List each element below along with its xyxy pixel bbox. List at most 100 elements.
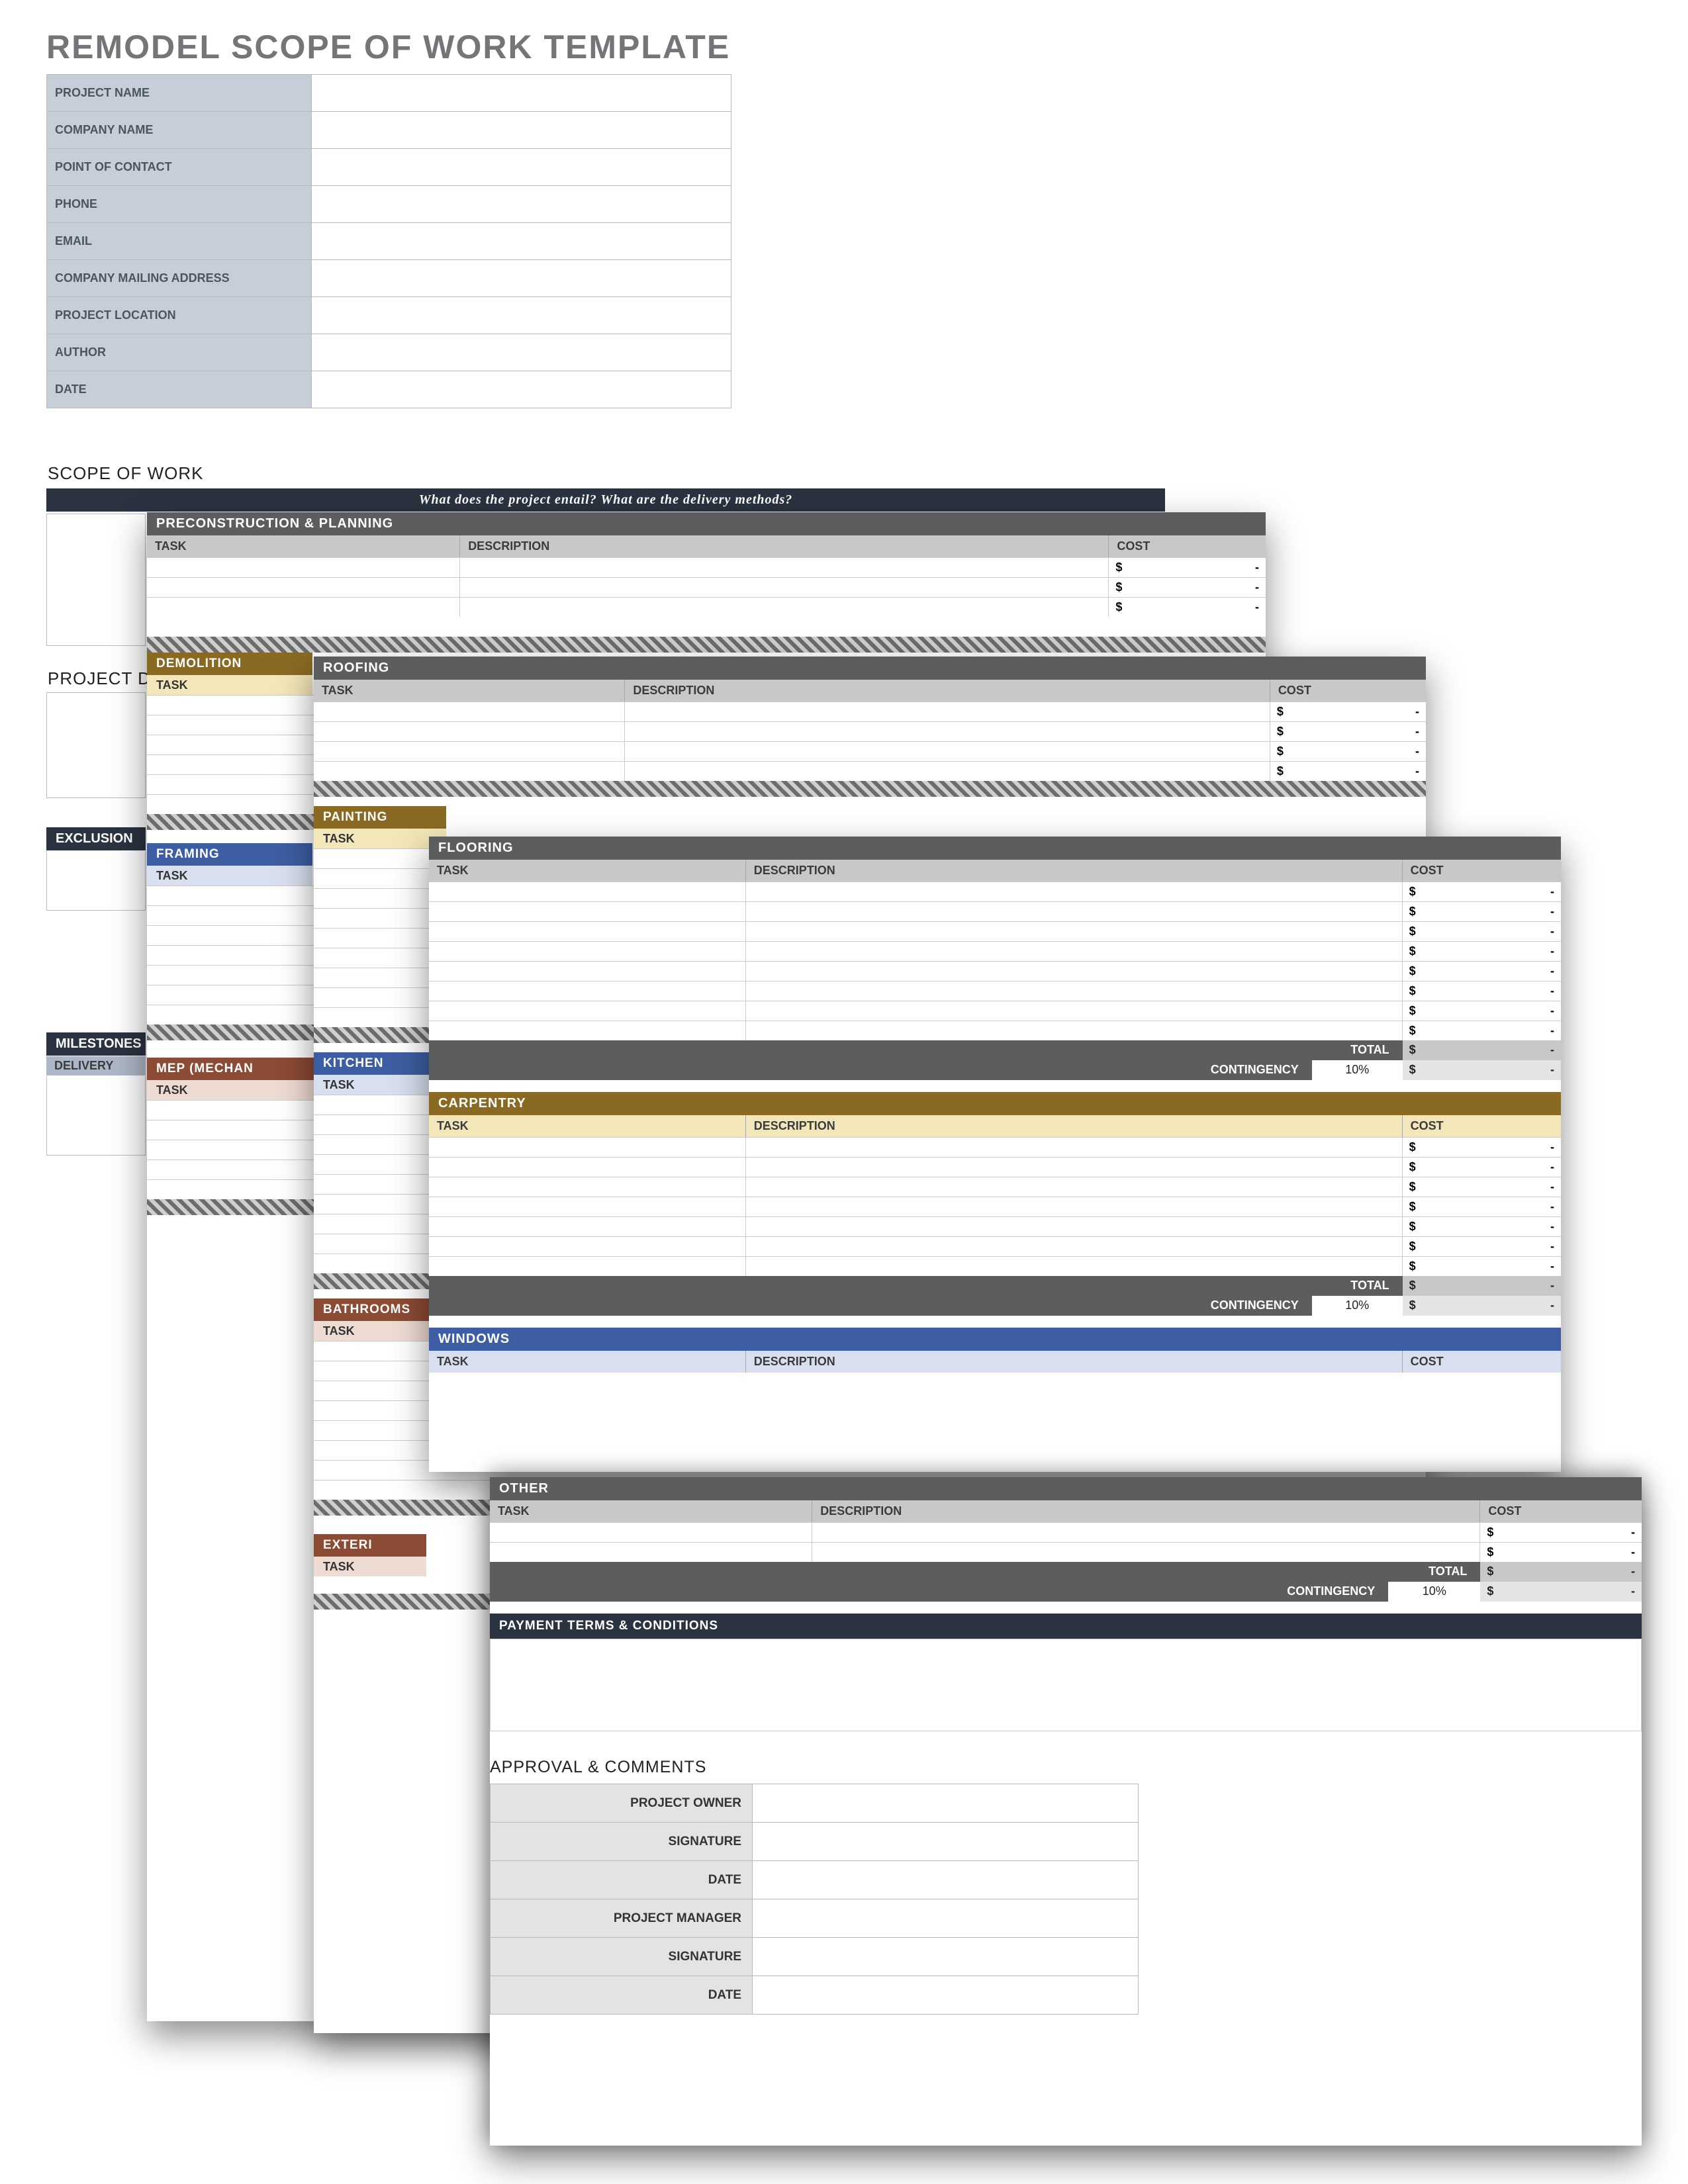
table-row[interactable]: $- — [147, 597, 1266, 617]
approval-value[interactable] — [753, 1899, 1139, 1938]
cell-task[interactable] — [429, 902, 746, 921]
cell-task[interactable] — [147, 598, 460, 617]
cell-task[interactable] — [429, 1158, 746, 1177]
cell-cost[interactable]: $- — [1403, 1237, 1561, 1256]
cell-desc[interactable] — [746, 1257, 1403, 1276]
cell-cost[interactable]: $- — [1403, 882, 1561, 901]
cell-cost[interactable]: $- — [1480, 1543, 1642, 1562]
table-row[interactable]: $- — [429, 1021, 1561, 1040]
cell-desc[interactable] — [746, 882, 1403, 901]
cell-cost[interactable]: $- — [1270, 762, 1426, 781]
info-value[interactable] — [312, 334, 731, 371]
cell-cost[interactable]: $- — [1109, 578, 1266, 597]
cell-desc[interactable] — [746, 962, 1403, 981]
cell-desc[interactable] — [746, 922, 1403, 941]
contingency-pct[interactable]: 10% — [1312, 1060, 1403, 1080]
cell-task[interactable] — [429, 1177, 746, 1197]
cell-desc[interactable] — [625, 742, 1270, 761]
cell-desc[interactable] — [746, 1177, 1403, 1197]
project-del-box[interactable] — [46, 692, 146, 798]
table-row[interactable]: $- — [429, 901, 1561, 921]
approval-value[interactable] — [753, 1823, 1139, 1861]
table-row[interactable]: $- — [429, 1256, 1561, 1276]
table-row[interactable]: $- — [147, 577, 1266, 597]
cell-task[interactable] — [490, 1523, 812, 1542]
cell-cost[interactable]: $- — [1270, 702, 1426, 721]
info-value[interactable] — [312, 260, 731, 297]
cell-desc[interactable] — [746, 1021, 1403, 1040]
approval-value[interactable] — [753, 1976, 1139, 2015]
info-value[interactable] — [312, 186, 731, 223]
cell-task[interactable] — [429, 1237, 746, 1256]
table-row[interactable]: $- — [490, 1522, 1642, 1542]
cell-desc[interactable] — [625, 722, 1270, 741]
cell-desc[interactable] — [460, 558, 1109, 577]
cell-desc[interactable] — [812, 1543, 1480, 1562]
milestones-box[interactable] — [46, 1076, 146, 1156]
cell-task[interactable] — [429, 1197, 746, 1216]
cell-desc[interactable] — [625, 762, 1270, 781]
cell-desc[interactable] — [746, 1217, 1403, 1236]
cell-cost[interactable]: $- — [1403, 1177, 1561, 1197]
table-row[interactable]: $- — [429, 921, 1561, 941]
cell-task[interactable] — [429, 882, 746, 901]
cell-cost[interactable]: $- — [1480, 1523, 1642, 1542]
table-row[interactable]: $- — [429, 1137, 1561, 1157]
cell-cost[interactable]: $- — [1270, 722, 1426, 741]
exclusions-box[interactable] — [46, 851, 146, 911]
cell-task[interactable] — [314, 702, 625, 721]
cell-task[interactable] — [314, 742, 625, 761]
cell-task[interactable] — [429, 1021, 746, 1040]
table-row[interactable]: $- — [490, 1542, 1642, 1562]
cell-cost[interactable]: $- — [1403, 1138, 1561, 1157]
table-row[interactable]: $- — [429, 961, 1561, 981]
cell-desc[interactable] — [460, 578, 1109, 597]
cell-cost[interactable]: $- — [1109, 598, 1266, 617]
approval-value[interactable] — [753, 1861, 1139, 1899]
cell-desc[interactable] — [746, 1138, 1403, 1157]
info-value[interactable] — [312, 371, 731, 408]
cell-desc[interactable] — [746, 902, 1403, 921]
table-row[interactable]: $- — [429, 1197, 1561, 1216]
cell-cost[interactable]: $- — [1109, 558, 1266, 577]
payment-terms-box[interactable] — [490, 1639, 1642, 1731]
table-row[interactable]: $- — [314, 721, 1426, 741]
cell-desc[interactable] — [746, 1001, 1403, 1021]
cell-task[interactable] — [429, 922, 746, 941]
contingency-pct[interactable]: 10% — [1388, 1582, 1480, 1602]
scope-box[interactable] — [46, 514, 146, 646]
cell-cost[interactable]: $- — [1403, 1197, 1561, 1216]
info-value[interactable] — [312, 297, 731, 334]
cell-desc[interactable] — [460, 598, 1109, 617]
contingency-pct[interactable]: 10% — [1312, 1296, 1403, 1316]
table-row[interactable]: $- — [314, 741, 1426, 761]
info-value[interactable] — [312, 112, 731, 149]
cell-cost[interactable]: $- — [1403, 1217, 1561, 1236]
cell-task[interactable] — [429, 1001, 746, 1021]
table-row[interactable]: $- — [429, 1236, 1561, 1256]
info-value[interactable] — [312, 223, 731, 260]
cell-desc[interactable] — [746, 981, 1403, 1001]
cell-cost[interactable]: $- — [1403, 981, 1561, 1001]
cell-task[interactable] — [147, 578, 460, 597]
table-row[interactable]: $- — [429, 941, 1561, 961]
cell-cost[interactable]: $- — [1403, 1021, 1561, 1040]
table-row[interactable]: $- — [147, 557, 1266, 577]
table-row[interactable]: $- — [429, 1001, 1561, 1021]
table-row[interactable]: $- — [314, 702, 1426, 721]
info-value[interactable] — [312, 75, 731, 112]
cell-desc[interactable] — [746, 1158, 1403, 1177]
cell-cost[interactable]: $- — [1403, 1158, 1561, 1177]
cell-task[interactable] — [314, 722, 625, 741]
cell-desc[interactable] — [625, 702, 1270, 721]
cell-cost[interactable]: $- — [1403, 1257, 1561, 1276]
table-row[interactable]: $- — [429, 882, 1561, 901]
cell-task[interactable] — [314, 762, 625, 781]
cell-task[interactable] — [429, 1217, 746, 1236]
cell-task[interactable] — [147, 558, 460, 577]
cell-cost[interactable]: $- — [1403, 942, 1561, 961]
cell-task[interactable] — [429, 981, 746, 1001]
cell-cost[interactable]: $- — [1270, 742, 1426, 761]
cell-task[interactable] — [490, 1543, 812, 1562]
cell-task[interactable] — [429, 1138, 746, 1157]
